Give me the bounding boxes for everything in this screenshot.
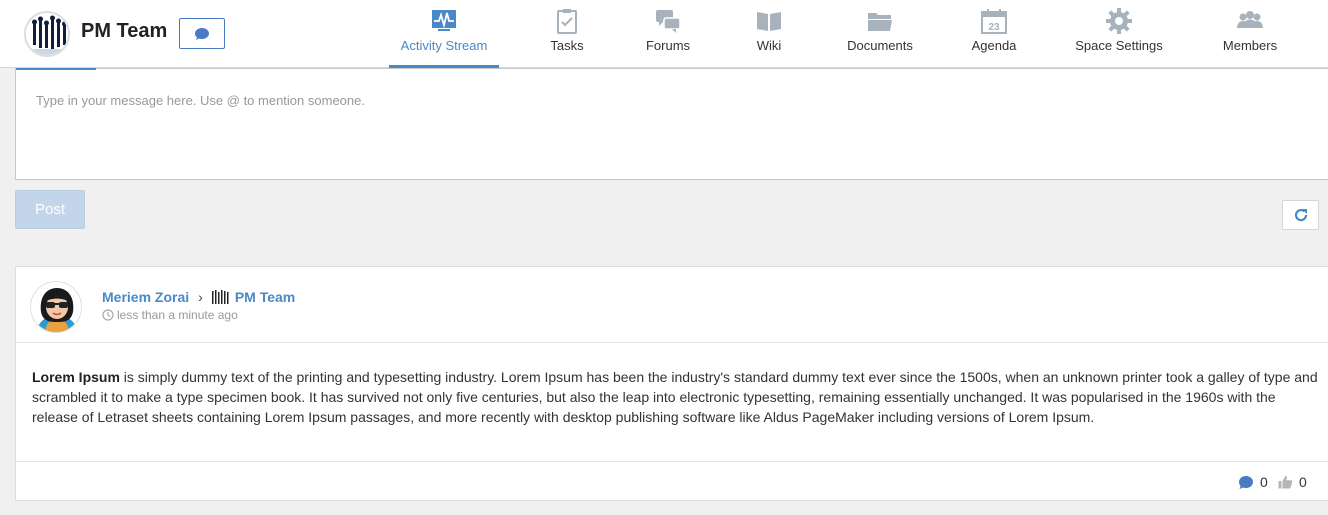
body-text: is simply dummy text of the printing and… <box>32 369 1318 425</box>
space-header: PM Team Activity Stream Tasks Forums Wik… <box>0 0 1328 68</box>
members-icon <box>1237 11 1263 28</box>
tab-tasks[interactable]: Tasks <box>527 0 607 68</box>
chat-button[interactable] <box>179 18 225 49</box>
tab-activity-stream[interactable]: Activity Stream <box>389 0 499 68</box>
tab-label: Agenda <box>971 38 1017 53</box>
comment-count[interactable]: 0 <box>1238 474 1268 490</box>
activity-footer: 0 0 <box>16 461 1328 500</box>
space-name-link[interactable]: PM Team <box>235 289 295 305</box>
like-count[interactable]: 0 <box>1278 474 1307 490</box>
tab-label: Tasks <box>550 38 584 53</box>
post-button[interactable]: Post <box>15 190 85 229</box>
thumbs-up-icon <box>1278 475 1293 489</box>
tasks-icon <box>557 9 577 34</box>
agenda-icon: 23 <box>981 9 1007 34</box>
tab-label: Activity Stream <box>400 38 488 53</box>
activity-stream-icon <box>432 10 456 31</box>
comment-icon <box>1239 475 1253 489</box>
agenda-day: 23 <box>988 22 1000 33</box>
tab-label: Documents <box>847 38 913 53</box>
forums-icon <box>656 10 681 33</box>
tab-space-settings[interactable]: Space Settings <box>1064 0 1174 68</box>
refresh-button[interactable] <box>1282 200 1319 230</box>
tab-label: Forums <box>645 38 691 53</box>
refresh-icon <box>1294 208 1307 222</box>
tab-agenda[interactable]: 23 Agenda <box>954 0 1034 68</box>
activity-title-line: Meriem Zorai › PM Team <box>102 289 295 305</box>
wiki-icon <box>757 12 781 31</box>
timestamp-text: less than a minute ago <box>117 308 238 322</box>
activity-item: Meriem Zorai › PM Team less than a minut… <box>15 266 1328 501</box>
composer-active-tab-indicator <box>16 68 96 70</box>
activity-timestamp: less than a minute ago <box>102 308 238 322</box>
author-name-link[interactable]: Meriem Zorai <box>102 289 189 305</box>
tab-forums[interactable]: Forums <box>628 0 708 68</box>
tab-label: Space Settings <box>1075 38 1163 53</box>
documents-icon <box>868 13 892 31</box>
activity-header: Meriem Zorai › PM Team less than a minut… <box>16 267 1328 343</box>
chat-bubble-icon <box>195 27 209 40</box>
body-bold-text: Lorem Ipsum <box>32 369 120 385</box>
comment-count-value: 0 <box>1260 474 1268 490</box>
author-avatar[interactable] <box>30 281 82 333</box>
tab-label: Members <box>1222 38 1278 53</box>
chevron-right-icon: › <box>198 289 203 305</box>
message-composer[interactable]: Type in your message here. Use @ to ment… <box>15 68 1328 180</box>
activity-body: Lorem Ipsum is simply dummy text of the … <box>32 367 1322 427</box>
tab-members[interactable]: Members <box>1210 0 1290 68</box>
space-avatar[interactable] <box>24 11 70 57</box>
like-count-value: 0 <box>1299 474 1307 490</box>
composer-placeholder: Type in your message here. Use @ to ment… <box>36 93 365 108</box>
tab-wiki[interactable]: Wiki <box>729 0 809 68</box>
gear-icon <box>1106 8 1132 34</box>
space-mini-avatar <box>211 290 229 304</box>
clock-icon <box>102 309 114 321</box>
tab-label: Wiki <box>756 38 782 53</box>
space-name[interactable]: PM Team <box>81 20 167 43</box>
tab-documents[interactable]: Documents <box>835 0 925 68</box>
